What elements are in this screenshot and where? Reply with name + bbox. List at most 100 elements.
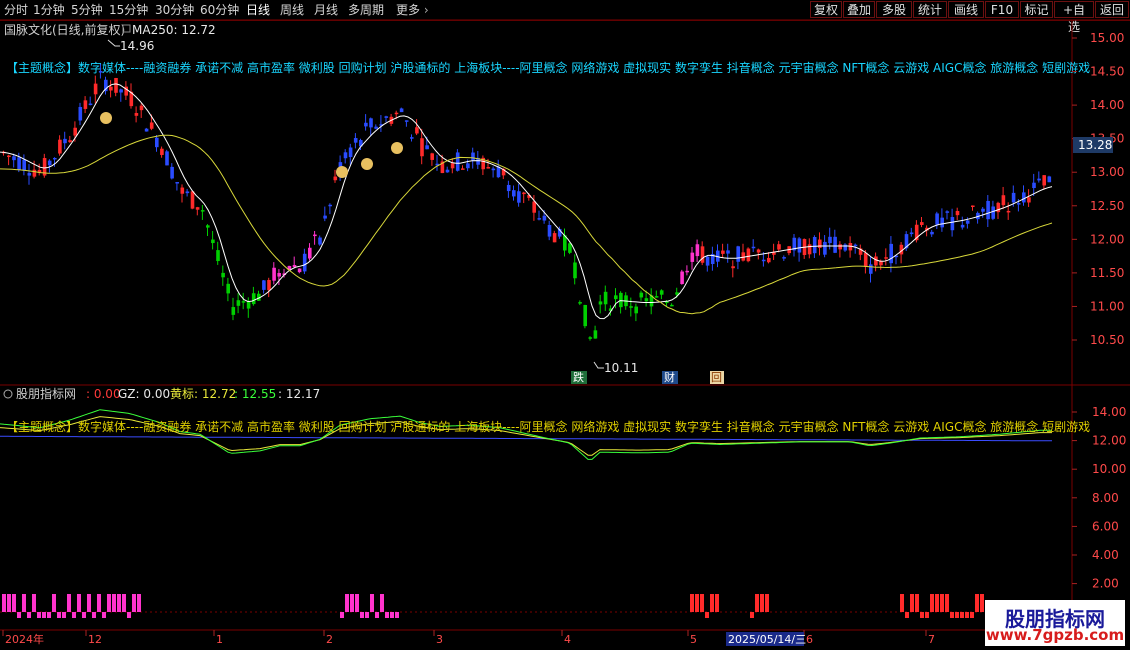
candle-body: [945, 211, 950, 213]
signal-bar: [97, 594, 101, 612]
sub-tick-label: 12.00: [1092, 434, 1126, 448]
signal-bar: [905, 612, 909, 618]
signal-bar: [47, 612, 51, 618]
coin-icon: [391, 142, 403, 154]
signal-bar: [62, 612, 66, 618]
candle-body: [838, 244, 842, 250]
signal-bar: [760, 594, 764, 612]
candle-body: [496, 166, 501, 178]
candle-body: [221, 272, 225, 278]
candle-body: [200, 210, 205, 212]
low-pointer: [593, 361, 604, 369]
kline-chart[interactable]: 国脉文化(日线,前复权) MA250: 12.72 【主题概念】数字媒体----…: [0, 0, 1130, 650]
candle-body: [267, 279, 271, 291]
candle-body: [226, 283, 230, 294]
candle-body: [175, 182, 179, 184]
high-label: 14.96: [120, 39, 154, 53]
candle-body: [986, 200, 990, 220]
candle-body: [47, 160, 52, 166]
ma-white-line: [0, 83, 1053, 320]
price-tick-label: 10.50: [1090, 333, 1124, 347]
date-label: 6: [806, 633, 813, 646]
coin-icon: [361, 158, 373, 170]
signal-bar: [765, 594, 769, 612]
candle-body: [506, 184, 511, 192]
indicator-v1: : 0.00: [86, 387, 121, 401]
candle-body: [761, 259, 766, 262]
candle-body: [333, 176, 338, 181]
signal-bar: [390, 612, 394, 618]
date-label: 2024年: [5, 632, 44, 646]
candle-body: [823, 241, 827, 255]
candle-body: [512, 190, 516, 197]
candle-body: [741, 252, 746, 261]
signal-bar: [37, 612, 41, 618]
candle-body: [190, 191, 195, 209]
candle-body: [996, 202, 1001, 213]
date-label: 12: [88, 633, 102, 646]
price-tick-label: 14.50: [1090, 65, 1124, 79]
signal-bar: [107, 594, 111, 612]
signal-bar: [2, 594, 6, 612]
indicator-yellow: 黄标: 12.72: [170, 387, 236, 401]
indicator-toggle-icon[interactable]: [3, 389, 13, 399]
sub-tick-label: 4.00: [1092, 548, 1119, 562]
candle-body: [547, 225, 552, 237]
price-tick-label: 13.00: [1090, 165, 1124, 179]
candle-body: [119, 89, 123, 93]
candle-body: [1032, 182, 1036, 189]
signal-bar: [122, 594, 126, 612]
signal-bar: [12, 594, 16, 612]
candle-body: [767, 257, 771, 263]
buyback-marker-label: 回: [711, 371, 722, 384]
signal-bar: [67, 594, 71, 612]
candle-body: [399, 108, 404, 113]
candle-body: [471, 152, 475, 161]
candle-body: [83, 100, 88, 109]
candle-body: [670, 304, 674, 307]
signal-bar: [970, 612, 974, 618]
candle-body: [68, 140, 72, 143]
signal-bar: [955, 612, 959, 618]
candle-body: [73, 127, 77, 136]
candle-body: [807, 244, 812, 255]
candle-body: [98, 71, 103, 73]
coin-icon: [100, 112, 112, 124]
candle-body: [27, 172, 32, 176]
candle-body: [374, 126, 378, 129]
candle-body: [308, 247, 312, 259]
candle-body: [328, 204, 332, 207]
sub-tick-label: 8.00: [1092, 491, 1119, 505]
coin-icon: [336, 166, 348, 178]
date-label: 3: [436, 633, 443, 646]
candle-body: [940, 217, 944, 228]
watermark-logo: 股朋指标网 www.7gpzb.com: [985, 600, 1125, 646]
signal-bar: [695, 594, 699, 612]
signal-bar: [27, 612, 31, 618]
candle-body: [206, 225, 210, 228]
candle-body: [614, 295, 618, 300]
candle-body: [568, 243, 572, 253]
candle-body: [853, 244, 858, 247]
price-tick-label: 11.50: [1090, 266, 1124, 280]
candle-body: [410, 137, 414, 139]
price-tick-label: 12.50: [1090, 199, 1124, 213]
stock-title: 国脉文化(日线,前复权): [4, 22, 125, 37]
current-price-label: 13.28: [1078, 138, 1112, 152]
signal-bar: [750, 612, 754, 618]
candle-body: [430, 153, 434, 160]
candle-body: [364, 122, 368, 127]
signal-bar: [910, 594, 914, 612]
candle-body: [909, 232, 914, 235]
candlesticks: [2, 64, 1052, 341]
sub-green-line: [0, 409, 1052, 460]
candle-body: [746, 248, 751, 262]
date-label: 7: [928, 633, 935, 646]
candle-body: [573, 262, 577, 279]
sub-tick-label: 14.00: [1092, 405, 1126, 419]
candle-body: [195, 207, 200, 210]
signal-bar: [117, 594, 121, 612]
signal-bar: [945, 594, 949, 612]
candle-body: [721, 250, 725, 254]
candle-body: [863, 252, 868, 267]
